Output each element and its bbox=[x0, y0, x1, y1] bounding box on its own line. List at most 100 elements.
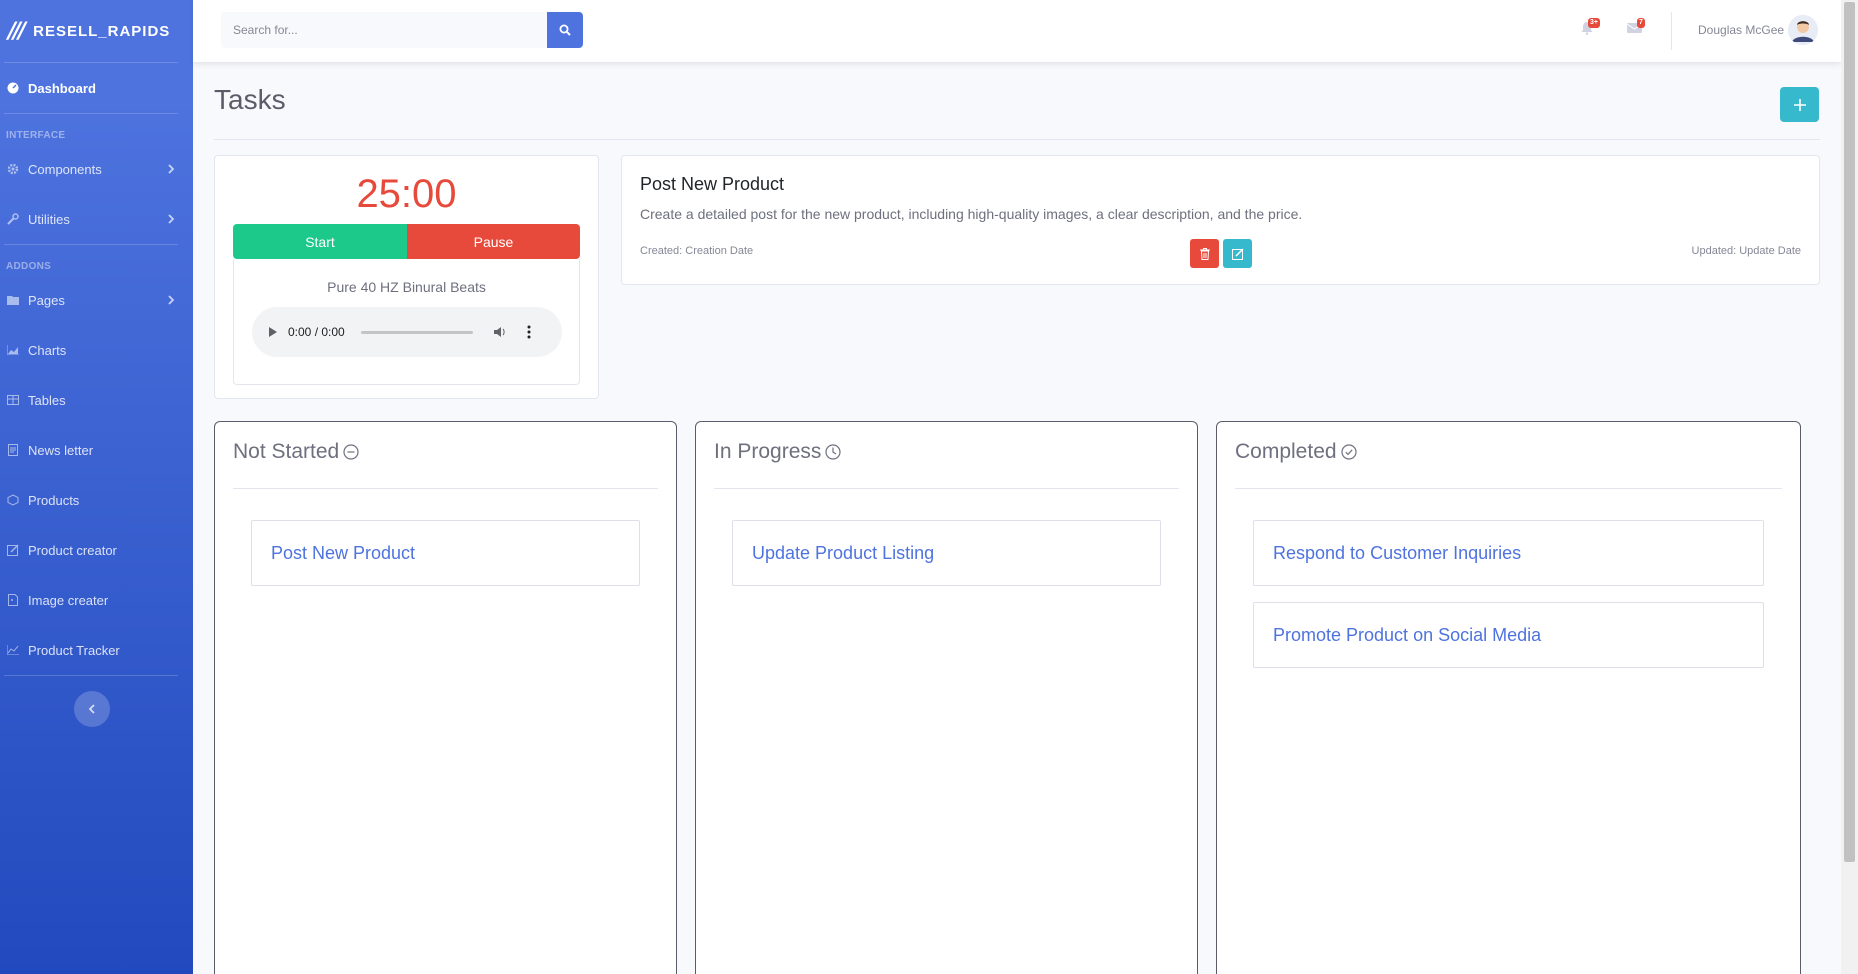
sidebar-heading-addons: ADDONS bbox=[6, 261, 52, 272]
page-divider bbox=[214, 139, 1820, 140]
task-created-date: Created: Creation Date bbox=[640, 245, 754, 257]
audio-box: Pure 40 HZ Binural Beats 0:00 / 0:00 bbox=[233, 259, 580, 385]
search-bar bbox=[221, 12, 583, 48]
task-title: Post New Product bbox=[640, 174, 785, 194]
chevron-right-icon bbox=[168, 214, 175, 224]
minus-circle-icon bbox=[343, 444, 359, 460]
add-task-button[interactable] bbox=[1780, 87, 1819, 122]
task-item[interactable]: Update Product Listing bbox=[732, 520, 1161, 586]
brand[interactable]: /// RESELL_RAPIDS bbox=[0, 0, 193, 62]
user-avatar-icon bbox=[1788, 15, 1818, 45]
sidebar-divider bbox=[4, 675, 178, 676]
pause-button[interactable]: Pause bbox=[407, 224, 580, 259]
page-title: Tasks bbox=[214, 84, 286, 115]
audio-time: 0:00 / 0:00 bbox=[288, 325, 345, 339]
pomodoro-card: 25:00 Start Pause Pure 40 HZ Binural Bea… bbox=[214, 155, 599, 399]
messages-button[interactable]: 7 bbox=[1626, 18, 1645, 39]
sidebar-item-charts[interactable]: Charts bbox=[0, 325, 193, 375]
sidebar-item-label: Pages bbox=[28, 292, 65, 308]
task-detail-card: Post New Product Create a detailed post … bbox=[621, 155, 1820, 285]
cube-icon bbox=[6, 494, 20, 506]
audio-player: 0:00 / 0:00 bbox=[252, 307, 562, 357]
sidebar-item-product-tracker[interactable]: Product Tracker bbox=[0, 625, 193, 675]
task-item[interactable]: Promote Product on Social Media bbox=[1253, 602, 1764, 668]
timer-display: 25:00 bbox=[356, 172, 457, 216]
column-title: Not Started bbox=[233, 440, 359, 464]
scrollbar-thumb[interactable] bbox=[1844, 2, 1855, 862]
sidebar-item-label: Charts bbox=[28, 342, 67, 358]
sidebar-item-label: News letter bbox=[28, 442, 94, 458]
start-button[interactable]: Start bbox=[233, 224, 407, 259]
sidebar-item-newsletter[interactable]: News letter bbox=[0, 425, 193, 475]
column-in-progress: In Progress Update Product Listing bbox=[695, 421, 1198, 974]
sidebar-item-components[interactable]: Components bbox=[0, 144, 193, 194]
play-icon[interactable] bbox=[268, 326, 278, 338]
plus-icon bbox=[1793, 98, 1806, 111]
chevron-right-icon bbox=[168, 164, 175, 174]
sidebar-item-label: Components bbox=[28, 161, 102, 177]
task-description: Create a detailed post for the new produ… bbox=[640, 206, 1303, 222]
audio-seek-bar[interactable] bbox=[360, 330, 473, 334]
avatar[interactable] bbox=[1788, 15, 1818, 45]
gear-icon bbox=[6, 163, 20, 175]
chevron-left-icon bbox=[88, 704, 95, 714]
task-item[interactable]: Respond to Customer Inquiries bbox=[1253, 520, 1764, 586]
task-item[interactable]: Post New Product bbox=[251, 520, 640, 586]
column-title-text: In Progress bbox=[714, 440, 822, 463]
search-button[interactable] bbox=[547, 12, 583, 48]
sidebar-item-products[interactable]: Products bbox=[0, 475, 193, 525]
column-title-text: Not Started bbox=[233, 440, 340, 463]
topbar-divider bbox=[1671, 12, 1672, 50]
search-input[interactable] bbox=[221, 12, 547, 48]
clock-icon bbox=[825, 444, 841, 460]
task-updated-date: Updated: Update Date bbox=[1691, 245, 1801, 257]
wrench-icon bbox=[6, 213, 20, 225]
check-circle-icon bbox=[1340, 444, 1357, 460]
column-completed: Completed Respond to Customer Inquiries … bbox=[1216, 421, 1801, 974]
trash-icon bbox=[1199, 247, 1210, 260]
chart-area-icon bbox=[6, 344, 20, 356]
tachometer-icon bbox=[6, 82, 20, 94]
line-chart-icon bbox=[6, 644, 20, 656]
sidebar-item-utilities[interactable]: Utilities bbox=[0, 194, 193, 244]
sidebar-item-label: Dashboard bbox=[28, 80, 96, 96]
column-title-text: Completed bbox=[1235, 440, 1337, 463]
column-divider bbox=[233, 488, 658, 489]
newspaper-icon bbox=[6, 444, 20, 456]
sidebar-item-label: Image creater bbox=[28, 592, 109, 608]
folder-icon bbox=[6, 294, 20, 306]
sidebar-item-product-creator[interactable]: Product creator bbox=[0, 525, 193, 575]
sidebar: /// RESELL_RAPIDS Dashboard INTERFACE Co… bbox=[0, 0, 193, 974]
edit-icon bbox=[1231, 247, 1244, 260]
sidebar-item-image-creater[interactable]: Image creater bbox=[0, 575, 193, 625]
sidebar-item-pages[interactable]: Pages bbox=[0, 275, 193, 325]
column-not-started: Not Started Post New Product bbox=[214, 421, 677, 974]
sidebar-item-label: Products bbox=[28, 492, 80, 508]
messages-badge: 7 bbox=[1637, 18, 1645, 28]
edit-task-button[interactable] bbox=[1223, 239, 1252, 268]
alerts-button[interactable]: 3+ bbox=[1580, 18, 1600, 40]
sidebar-heading-interface: INTERFACE bbox=[6, 130, 66, 141]
sidebar-item-tables[interactable]: Tables bbox=[0, 375, 193, 425]
brand-logo-icon: /// bbox=[8, 18, 26, 44]
scrollbar[interactable] bbox=[1841, 0, 1858, 974]
user-name[interactable]: Douglas McGee bbox=[1698, 23, 1784, 37]
sidebar-toggle-button[interactable] bbox=[74, 691, 110, 727]
sidebar-item-label: Utilities bbox=[28, 211, 70, 227]
edit-icon bbox=[6, 544, 20, 556]
sidebar-item-label: Product creator bbox=[28, 542, 117, 558]
brand-name: RESELL_RAPIDS bbox=[33, 22, 171, 40]
column-title: Completed bbox=[1235, 440, 1357, 464]
volume-icon[interactable] bbox=[493, 326, 507, 338]
search-icon bbox=[559, 24, 571, 36]
column-title: In Progress bbox=[714, 440, 841, 464]
column-divider bbox=[1235, 488, 1782, 489]
delete-task-button[interactable] bbox=[1190, 239, 1219, 268]
chevron-right-icon bbox=[168, 295, 175, 305]
sidebar-item-dashboard[interactable]: Dashboard bbox=[0, 63, 193, 113]
column-divider bbox=[714, 488, 1179, 489]
more-options-icon[interactable] bbox=[527, 325, 531, 339]
image-icon bbox=[6, 594, 20, 606]
alerts-badge: 3+ bbox=[1588, 18, 1600, 28]
audio-title: Pure 40 HZ Binural Beats bbox=[327, 279, 486, 295]
